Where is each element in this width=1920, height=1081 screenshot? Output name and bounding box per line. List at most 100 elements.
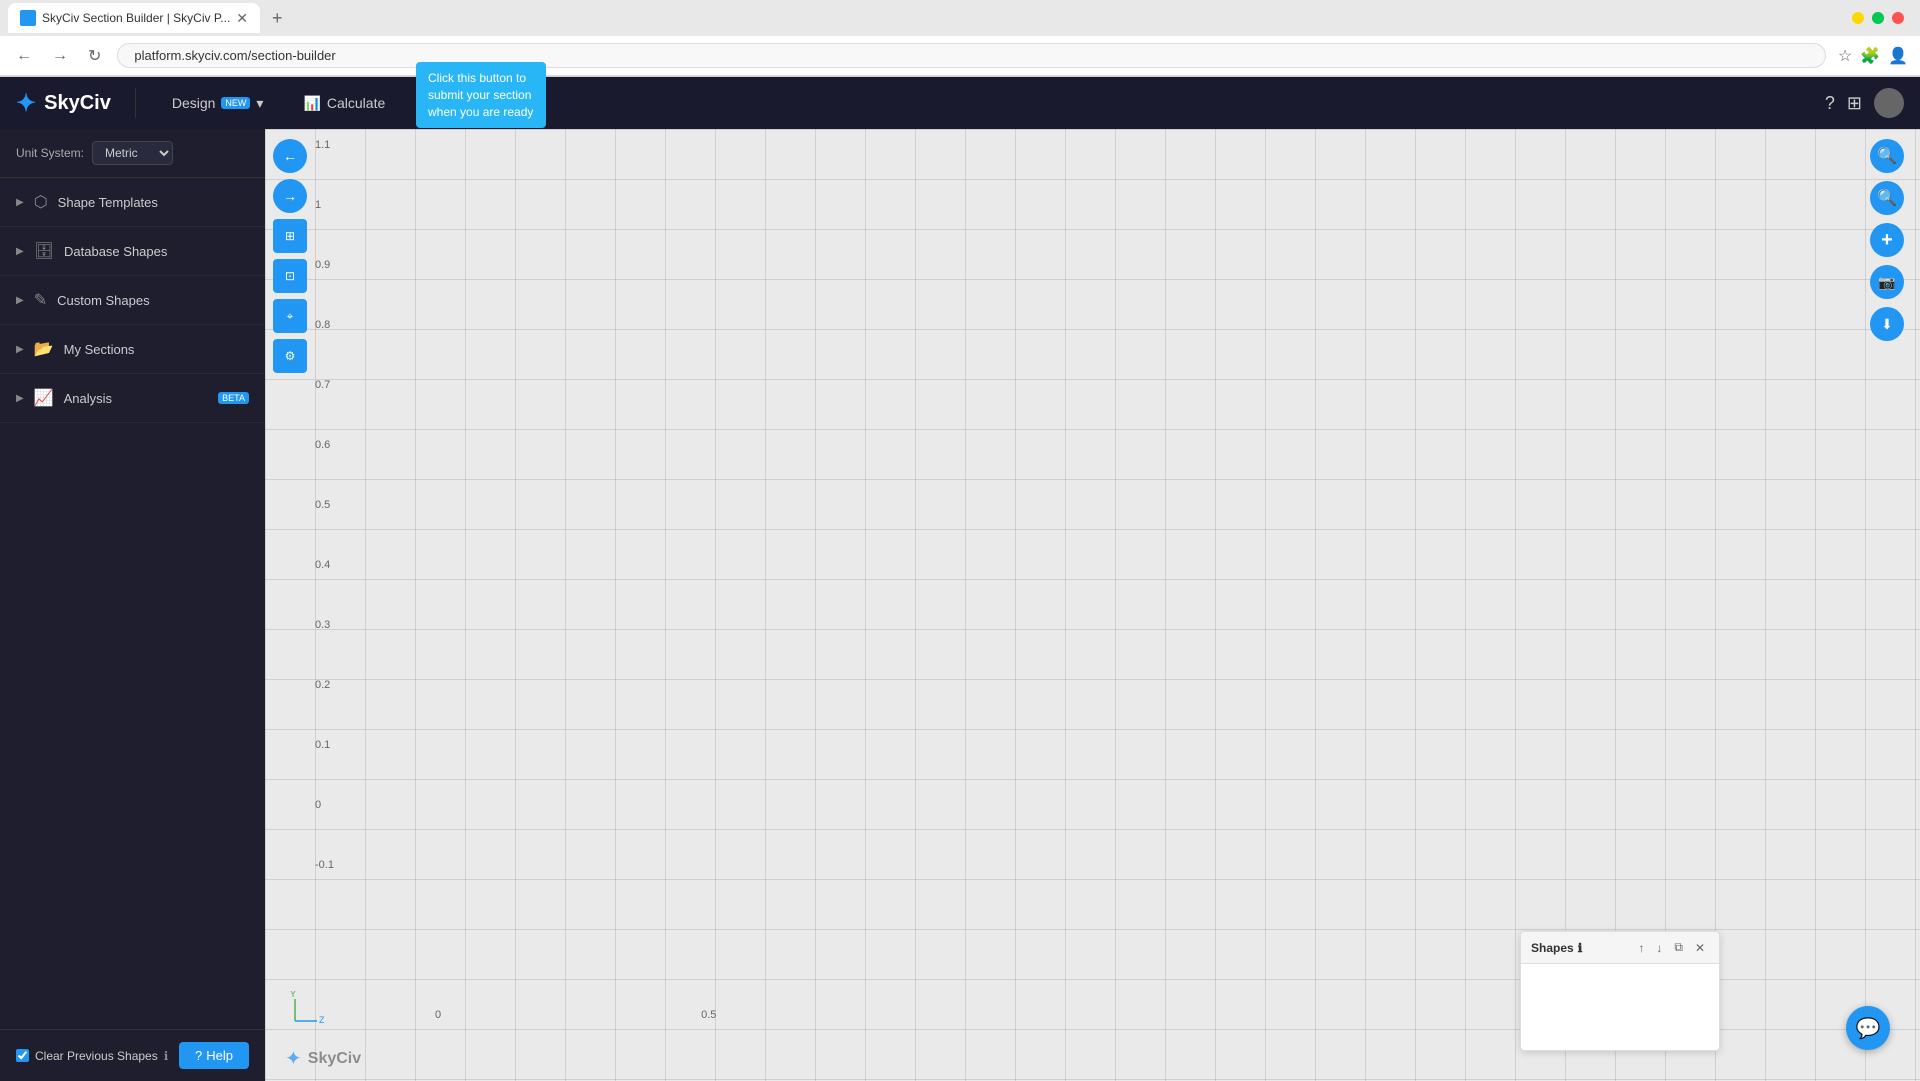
zoom-out-button[interactable]: 🔍: [1870, 181, 1904, 215]
design-badge: NEW: [221, 97, 250, 109]
shapes-panel-copy-button[interactable]: ⧉: [1670, 938, 1687, 957]
y-axis-label: 0: [315, 799, 334, 811]
forward-button[interactable]: →: [48, 43, 72, 69]
zoom-in-button[interactable]: 🔍: [1870, 139, 1904, 173]
sidebar-item-custom-shapes[interactable]: ▶ ✎ Custom Shapes: [0, 276, 265, 325]
watermark-logo-icon: ✦: [285, 1046, 302, 1071]
help-label: Help: [206, 1048, 233, 1063]
y-axis-label: 0.1: [315, 739, 334, 751]
settings-toggle-button[interactable]: ⚙: [273, 339, 307, 373]
shapes-title-label: Shapes: [1531, 941, 1574, 955]
address-bar-icons: ☆ 🧩 👤: [1838, 46, 1908, 66]
address-bar: ← → ↻ ☆ 🧩 👤: [0, 36, 1920, 76]
tab-close-button[interactable]: ✕: [236, 10, 248, 27]
refresh-button[interactable]: ↻: [84, 42, 105, 70]
shapes-panel-actions: ↑ ↓ ⧉ ✕: [1634, 938, 1709, 957]
new-tab-button[interactable]: +: [264, 8, 291, 29]
svg-text:Y: Y: [290, 991, 296, 999]
y-axis-label: 0.9: [315, 259, 334, 271]
content-area: Unit System: Metric Imperial ▶ ⬡ Shape T…: [0, 129, 1920, 1081]
sidebar-item-label: Database Shapes: [64, 244, 249, 259]
navbar-right: ? ⊞: [1825, 88, 1904, 118]
right-toolbar: 🔍 🔍 + 📷 ⬇: [1870, 139, 1904, 341]
extensions-icon[interactable]: 🧩: [1860, 46, 1880, 66]
svg-text:Z: Z: [319, 1015, 325, 1025]
shapes-panel-up-button[interactable]: ↑: [1634, 938, 1648, 957]
y-axis-label: 0.3: [315, 619, 334, 631]
active-tab[interactable]: SkyCiv Section Builder | SkyCiv P... ✕: [8, 3, 260, 33]
tab-bar: SkyCiv Section Builder | SkyCiv P... ✕ +: [0, 0, 1920, 36]
design-dropdown-icon: ▾: [256, 95, 263, 112]
window-controls: [1852, 12, 1912, 24]
bookmark-icon[interactable]: ☆: [1838, 46, 1852, 66]
sidebar-item-label: Shape Templates: [58, 195, 249, 210]
calculate-icon: 📊: [303, 95, 320, 112]
clear-shapes-checkbox[interactable]: [16, 1049, 29, 1062]
profile-icon[interactable]: 👤: [1888, 46, 1908, 66]
user-avatar[interactable]: [1874, 88, 1904, 118]
chevron-right-icon: ▶: [16, 295, 24, 306]
coordinate-indicator: Y Z: [285, 991, 325, 1036]
url-input[interactable]: [117, 43, 1825, 68]
shapes-panel-down-button[interactable]: ↓: [1652, 938, 1666, 957]
x-axis-label: 0: [435, 1009, 441, 1021]
sidebar-item-database-shapes[interactable]: ▶ 🗄 Database Shapes: [0, 227, 265, 276]
chat-widget[interactable]: 💬: [1846, 1006, 1890, 1050]
center-toggle-button[interactable]: ⌖: [273, 299, 307, 333]
y-axis-label: 0.7: [315, 379, 334, 391]
info-icon: ℹ: [164, 1049, 169, 1063]
pan-right-button[interactable]: →: [273, 179, 307, 213]
canvas-area[interactable]: ← → ⊞ ⊡ ⌖ ⚙ 🔍 🔍 + 📷 ⬇ 1.1: [265, 129, 1920, 1081]
y-axis-label: 0.2: [315, 679, 334, 691]
tooltip-popup: Click this button to submit your section…: [416, 62, 546, 128]
nav-divider: [135, 88, 136, 118]
custom-shapes-icon: ✎: [34, 290, 47, 310]
design-nav-item[interactable]: Design NEW ▾: [160, 89, 276, 118]
design-label: Design: [172, 95, 216, 111]
download-button[interactable]: ⬇: [1870, 307, 1904, 341]
y-axis-label: -0.1: [315, 859, 334, 871]
sidebar-footer: Clear Previous Shapes ℹ ? Help: [0, 1029, 265, 1081]
close-button[interactable]: [1892, 12, 1904, 24]
minimize-button[interactable]: [1852, 12, 1864, 24]
analysis-icon: 📈: [34, 388, 54, 408]
watermark-text: SkyCiv: [308, 1050, 361, 1068]
canvas-grid: ← → ⊞ ⊡ ⌖ ⚙ 🔍 🔍 + 📷 ⬇ 1.1: [265, 129, 1920, 1081]
sidebar-header: Unit System: Metric Imperial: [0, 129, 265, 178]
chevron-right-icon: ▶: [16, 393, 24, 404]
shape-templates-icon: ⬡: [34, 192, 48, 212]
logo: ✦ SkyCiv: [16, 89, 111, 118]
grid-toggle-button[interactable]: ⊞: [273, 219, 307, 253]
database-shapes-icon: 🗄: [34, 241, 54, 261]
sidebar-item-label: My Sections: [64, 342, 249, 357]
screenshot-button[interactable]: 📷: [1870, 265, 1904, 299]
snap-toggle-button[interactable]: ⊡: [273, 259, 307, 293]
y-axis-label: 0.8: [315, 319, 334, 331]
apps-nav-icon[interactable]: ⊞: [1847, 93, 1862, 114]
shapes-panel-title: Shapes ℹ: [1531, 941, 1582, 955]
unit-select[interactable]: Metric Imperial: [92, 141, 173, 165]
chevron-right-icon: ▶: [16, 246, 24, 257]
back-button[interactable]: ←: [12, 43, 36, 69]
beta-badge: BETA: [218, 392, 249, 404]
sidebar-item-shape-templates[interactable]: ▶ ⬡ Shape Templates: [0, 178, 265, 227]
y-axis-label: 1.1: [315, 139, 334, 151]
clear-shapes-control: Clear Previous Shapes ℹ: [16, 1049, 168, 1063]
help-button[interactable]: ? Help: [179, 1042, 249, 1069]
navbar: ✦ SkyCiv Design NEW ▾ 📊 Calculate Click …: [0, 77, 1920, 129]
shapes-info-icon: ℹ: [1578, 941, 1583, 955]
sidebar-item-label: Analysis: [64, 391, 209, 406]
shapes-panel-body: [1521, 964, 1719, 1044]
pan-left-button[interactable]: ←: [273, 139, 307, 173]
maximize-button[interactable]: [1872, 12, 1884, 24]
sidebar-item-analysis[interactable]: ▶ 📈 Analysis BETA: [0, 374, 265, 423]
unit-label: Unit System:: [16, 146, 84, 160]
shapes-panel-close-button[interactable]: ✕: [1691, 938, 1709, 957]
chat-icon: 💬: [1856, 1016, 1881, 1041]
y-axis-label: 0.4: [315, 559, 334, 571]
left-toolbar: ← → ⊞ ⊡ ⌖ ⚙: [273, 129, 307, 373]
calculate-nav-item[interactable]: 📊 Calculate: [291, 89, 397, 118]
help-nav-icon[interactable]: ?: [1825, 93, 1835, 114]
add-button[interactable]: +: [1870, 223, 1904, 257]
sidebar-item-my-sections[interactable]: ▶ 📂 My Sections: [0, 325, 265, 374]
